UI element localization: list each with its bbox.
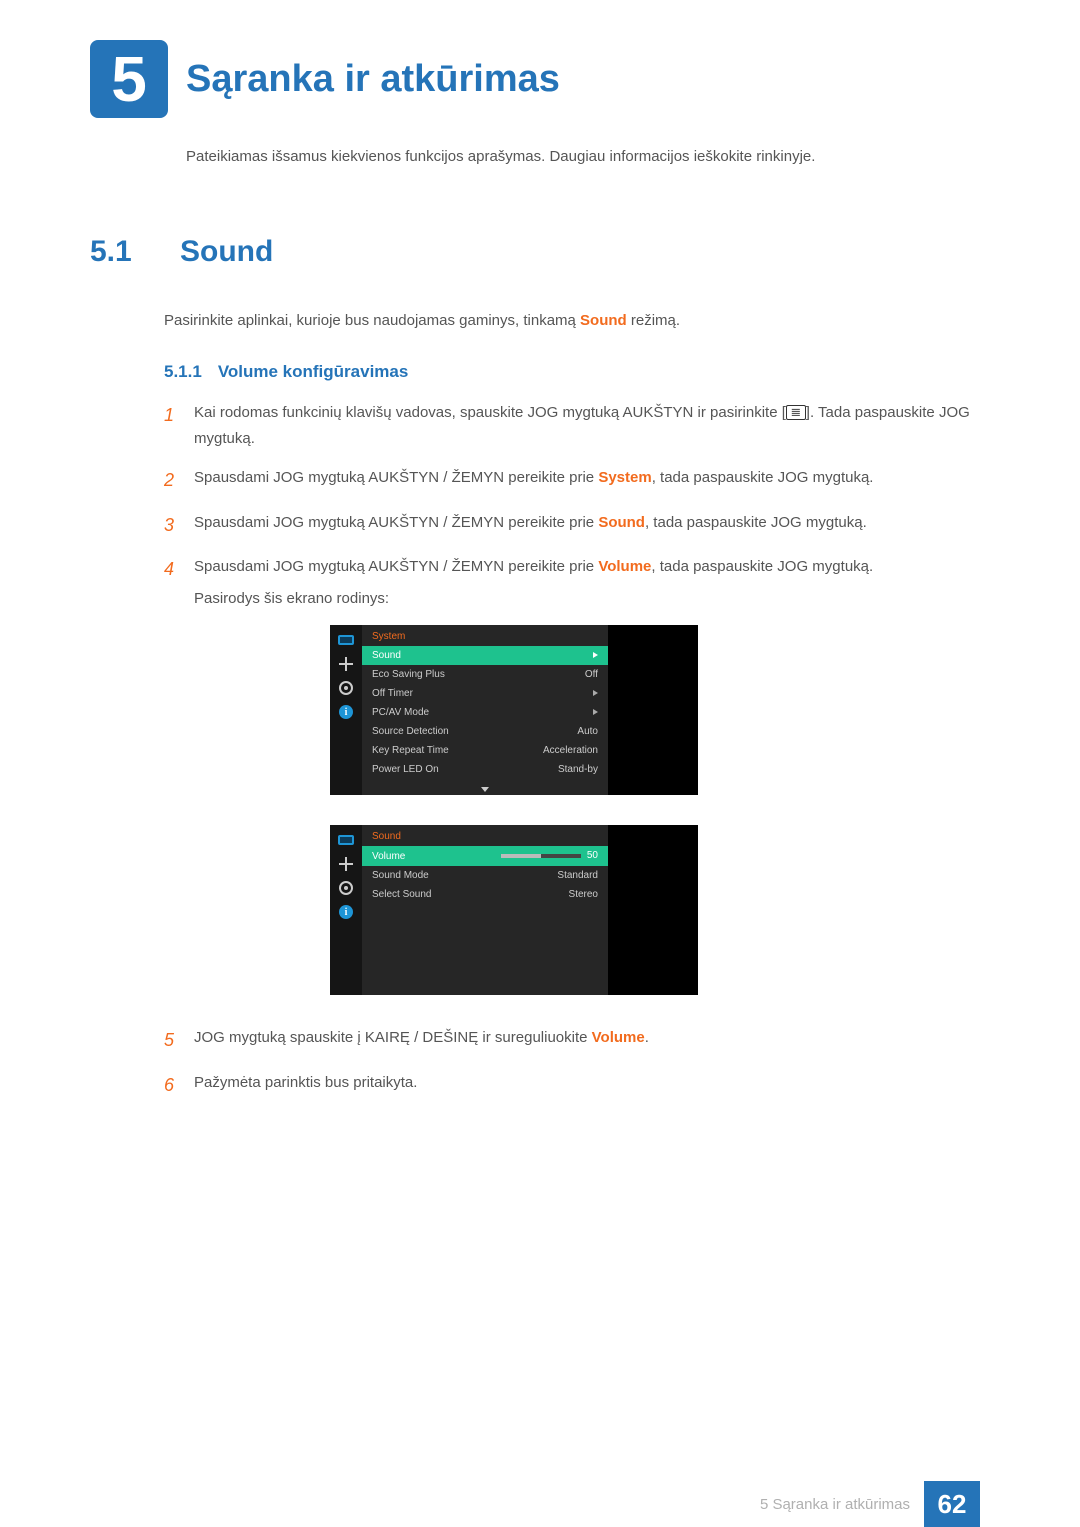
osd-row-value: Standard bbox=[557, 870, 598, 881]
chevron-down-icon bbox=[481, 787, 489, 792]
osd-row-label: Volume bbox=[372, 851, 405, 862]
subsection-number: 5.1.1 bbox=[164, 362, 202, 382]
osd-row-value: Auto bbox=[577, 726, 598, 737]
osd-row-value: Acceleration bbox=[543, 745, 598, 756]
osd-screenshot-sound: i Sound Volume 50 Sound Mode Standard Select… bbox=[330, 825, 698, 995]
osd-row-label: PC/AV Mode bbox=[372, 707, 429, 718]
move-icon bbox=[335, 655, 357, 673]
osd-row: Power LED On Stand-by bbox=[362, 760, 608, 779]
info-icon: i bbox=[335, 903, 357, 921]
osd-row: Sound Mode Standard bbox=[362, 866, 608, 885]
chevron-right-icon bbox=[593, 652, 598, 658]
move-icon bbox=[335, 855, 357, 873]
subsection-title: Volume konfigūravimas bbox=[218, 362, 409, 382]
osd-row-value bbox=[593, 650, 598, 661]
osd-row-value: Stand-by bbox=[558, 764, 598, 775]
osd-row: Off Timer bbox=[362, 684, 608, 703]
osd-row-label: Power LED On bbox=[372, 764, 439, 775]
osd1-header: System bbox=[362, 625, 608, 646]
monitor-icon bbox=[335, 631, 357, 649]
gear-icon bbox=[335, 879, 357, 897]
step-5: 5 JOG mygtuką spauskite į KAIRĘ / DEŠINĘ… bbox=[164, 1025, 980, 1056]
osd-row: Eco Saving Plus Off bbox=[362, 665, 608, 684]
osd-row: Source Detection Auto bbox=[362, 722, 608, 741]
footer-chapter-label: 5 Sąranka ir atkūrimas bbox=[760, 1496, 910, 1513]
section-number: 5.1 bbox=[90, 235, 160, 269]
step-6: 6 Pažymėta parinktis bus pritaikyta. bbox=[164, 1070, 980, 1101]
osd-row: Volume 50 bbox=[362, 846, 608, 865]
osd-row-value bbox=[593, 688, 598, 699]
section-description: Pasirinkite aplinkai, kurioje bus naudoj… bbox=[164, 309, 980, 332]
step-2: 2 Spausdami JOG mygtuką AUKŠTYN / ŽEMYN … bbox=[164, 465, 980, 496]
osd-row: PC/AV Mode bbox=[362, 703, 608, 722]
osd-row-value: 50 bbox=[501, 850, 598, 861]
gear-icon bbox=[335, 679, 357, 697]
footer-page-number: 62 bbox=[924, 1481, 980, 1527]
osd-row-value: Off bbox=[585, 669, 598, 680]
step-3: 3 Spausdami JOG mygtuką AUKŠTYN / ŽEMYN … bbox=[164, 510, 980, 541]
step-1: 1 Kai rodomas funkcinių klavišų vadovas,… bbox=[164, 400, 980, 451]
chapter-title: Sąranka ir atkūrimas bbox=[186, 58, 560, 101]
osd-row: Key Repeat Time Acceleration bbox=[362, 741, 608, 760]
osd-row-label: Source Detection bbox=[372, 726, 449, 737]
menu-icon: 𝌆 bbox=[786, 405, 806, 420]
osd-row-label: Select Sound bbox=[372, 889, 432, 900]
osd-row: Select Sound Stereo bbox=[362, 885, 608, 904]
osd-row-label: Sound Mode bbox=[372, 870, 429, 881]
osd2-header: Sound bbox=[362, 825, 608, 846]
section-title: Sound bbox=[180, 235, 273, 269]
info-icon: i bbox=[335, 703, 357, 721]
chapter-description: Pateikiamas išsamus kiekvienos funkcijos… bbox=[186, 148, 980, 165]
osd-screenshot-system: i System Sound Eco Saving Plus Off Off Time… bbox=[330, 625, 698, 795]
osd-row-value bbox=[593, 707, 598, 718]
monitor-icon bbox=[335, 831, 357, 849]
chevron-right-icon bbox=[593, 690, 598, 696]
step-4: 4 Spausdami JOG mygtuką AUKŠTYN / ŽEMYN … bbox=[164, 554, 980, 611]
chapter-number-box: 5 bbox=[90, 40, 168, 118]
osd-row-label: Off Timer bbox=[372, 688, 413, 699]
osd-row-label: Key Repeat Time bbox=[372, 745, 449, 756]
chevron-right-icon bbox=[593, 709, 598, 715]
osd-row-value: Stereo bbox=[569, 889, 598, 900]
osd-row-label: Eco Saving Plus bbox=[372, 669, 445, 680]
osd-row: Sound bbox=[362, 646, 608, 665]
osd-row-label: Sound bbox=[372, 650, 401, 661]
